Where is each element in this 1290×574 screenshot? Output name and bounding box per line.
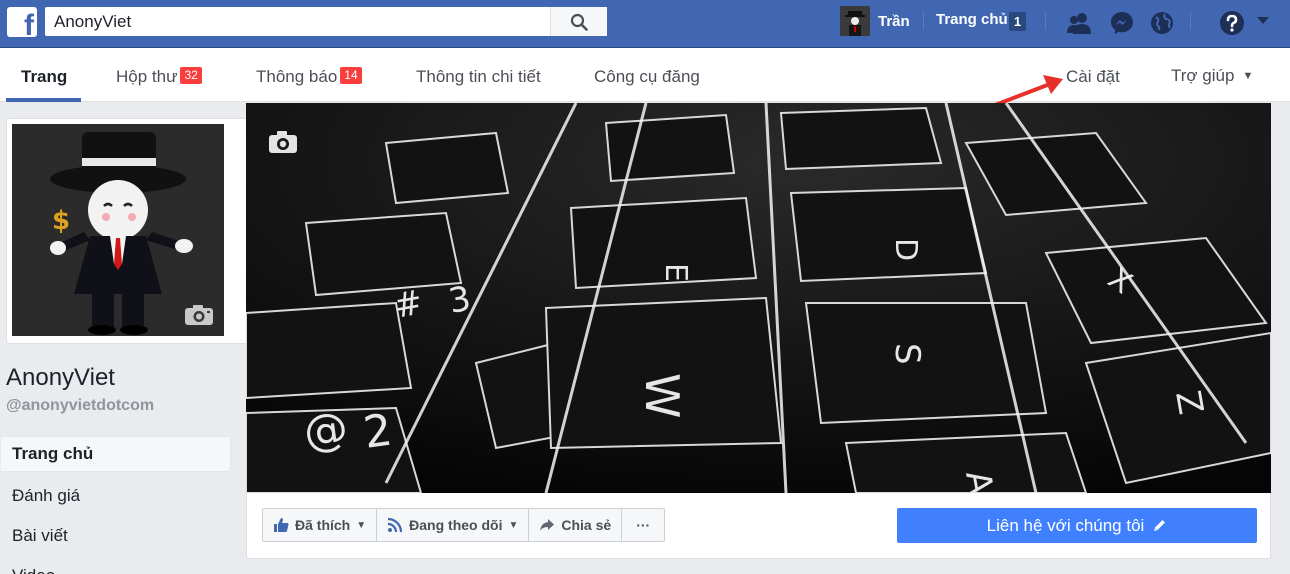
tab-label: Thông báo <box>256 67 338 86</box>
sidebar-item-home[interactable]: Trang chủ <box>1 436 231 472</box>
page-username[interactable]: @anonyvietdotcom <box>6 397 154 415</box>
tab-label: Trợ giúp <box>1171 66 1235 85</box>
home-badge: 1 <box>1009 12 1026 31</box>
top-navigation-bar: f Trần Trang chủ 1 <box>0 0 1290 48</box>
cover-photo[interactable]: @ 2 # 3 W E S D X Z A <box>246 103 1271 493</box>
friend-requests-icon[interactable] <box>1065 9 1093 37</box>
following-label: Đang theo dõi <box>409 517 503 533</box>
camera-icon[interactable] <box>268 130 298 154</box>
inbox-badge: 32 <box>180 67 202 84</box>
chevron-down-icon: ▼ <box>356 519 367 531</box>
svg-text:$: $ <box>52 206 70 236</box>
keyboard-cover-image: @ 2 # 3 W E S D X Z A <box>246 103 1271 493</box>
page-title: AnonyViet <box>6 364 115 391</box>
notifications-globe-icon[interactable] <box>1148 9 1176 37</box>
search-input[interactable] <box>45 7 550 36</box>
profile-link[interactable]: Trần <box>840 6 910 36</box>
tab-insights[interactable]: Thông tin chi tiết <box>416 67 541 87</box>
thumbs-up-icon <box>274 518 289 532</box>
active-tab-indicator <box>6 98 81 102</box>
notifications-badge: 14 <box>340 67 362 84</box>
divider <box>1045 12 1046 30</box>
rss-feed-icon <box>388 517 403 533</box>
contact-us-button[interactable]: Liên hệ với chúng tôi <box>897 508 1257 543</box>
tab-publishing-tools[interactable]: Công cụ đăng <box>594 67 700 87</box>
camera-icon[interactable] <box>184 304 214 326</box>
sidebar-item-videos[interactable]: Video <box>1 556 231 574</box>
share-label: Chia sẻ <box>561 517 612 533</box>
share-button[interactable]: Chia sẻ <box>528 508 623 542</box>
share-arrow-icon <box>540 519 555 531</box>
more-options-icon: ··· <box>636 517 651 533</box>
liked-label: Đã thích <box>295 517 351 533</box>
chevron-down-icon: ▼ <box>1242 70 1254 82</box>
svg-text:D: D <box>888 238 923 261</box>
following-button[interactable]: Đang theo dõi ▼ <box>376 508 530 542</box>
chevron-down-icon: ▼ <box>508 519 519 531</box>
page-action-bar: Đã thích ▼ Đang theo dõi ▼ Chia sẻ ··· L… <box>246 493 1271 559</box>
sidebar-item-posts[interactable]: Bài viết <box>1 516 231 556</box>
page-sidebar-nav: Trang chủ Đánh giá Bài viết Video <box>1 436 231 574</box>
page-tabs-bar: Trang Hộp thư 32 Thông báo 14 Thông tin ch… <box>0 48 1290 102</box>
tab-help[interactable]: Trợ giúp ▼ <box>1171 66 1253 86</box>
account-menu-chevron-down-icon[interactable] <box>1256 16 1270 26</box>
tab-label: Hộp thư <box>116 67 178 86</box>
tab-notifications[interactable]: Thông báo 14 <box>256 67 362 87</box>
page-action-buttons: Đã thích ▼ Đang theo dõi ▼ Chia sẻ ··· <box>262 508 666 542</box>
search-icon <box>570 13 588 31</box>
svg-text:@: @ <box>300 402 351 459</box>
user-name: Trần <box>878 12 910 30</box>
search-box <box>45 7 607 36</box>
avatar <box>840 6 870 36</box>
svg-text:E: E <box>658 263 693 282</box>
sidebar-item-reviews[interactable]: Đánh giá <box>1 476 231 516</box>
svg-text:W: W <box>635 373 689 418</box>
svg-text:S: S <box>887 343 927 365</box>
facebook-logo-icon[interactable]: f <box>7 7 37 37</box>
divider <box>923 12 924 30</box>
messenger-icon[interactable] <box>1108 9 1136 37</box>
profile-picture-frame[interactable]: $ <box>6 118 258 344</box>
pencil-icon <box>1154 520 1166 531</box>
liked-button[interactable]: Đã thích ▼ <box>262 508 378 542</box>
contact-us-label: Liên hệ với chúng tôi <box>986 515 1145 535</box>
tab-inbox[interactable]: Hộp thư 32 <box>116 67 202 87</box>
profile-picture: $ <box>12 124 224 336</box>
help-icon[interactable] <box>1218 9 1246 37</box>
home-link[interactable]: Trang chủ <box>936 11 1008 28</box>
tab-label: Trang <box>21 67 68 86</box>
search-button[interactable] <box>550 7 607 36</box>
more-options-button[interactable]: ··· <box>621 508 666 542</box>
tab-page[interactable]: Trang <box>21 67 67 87</box>
divider <box>1190 12 1191 30</box>
